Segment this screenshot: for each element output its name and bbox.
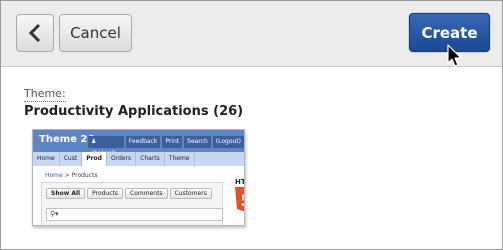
preview-user-item: Print — [162, 136, 183, 148]
toolbar: Cancel Create — [1, 1, 502, 67]
preview-user-item: Search — [184, 136, 211, 148]
preview-nav-item: Charts — [136, 152, 165, 166]
html5-logo-icon: HTML 5 — [233, 177, 245, 217]
preview-nav-item: Cust — [60, 152, 83, 166]
preview-filter-tab: Products — [87, 188, 124, 199]
preview-user-bar: ♟ shakeeb Feedback Print Search (Logout) — [88, 136, 244, 157]
preview-nav-item-active: Prod — [82, 152, 107, 166]
preview-header: Theme 26 ♟ shakeeb Feedback Print Search… — [33, 130, 244, 157]
preview-filter-tabs: Show All Products Comments Customers — [46, 188, 212, 199]
html5-logo-text: HTML — [235, 178, 245, 186]
preview-body: Show All Products Comments Customers ⚲▾ — [41, 182, 223, 225]
back-button[interactable] — [16, 14, 54, 52]
cancel-button-label: Cancel — [70, 24, 121, 42]
preview-nav-item: Theme — [165, 152, 195, 166]
preview-filter-tab: Comments — [125, 188, 168, 199]
preview-user-item: Feedback — [125, 136, 161, 148]
preview-title: Theme 26 — [39, 134, 95, 145]
preview-user-item: (Logout) — [212, 136, 244, 148]
preview-user-item: ♟ shakeeb — [88, 136, 124, 157]
preview-nav-item: Orders — [107, 152, 137, 166]
create-button-label: Create — [421, 23, 478, 42]
chevron-left-icon — [28, 23, 42, 43]
preview-search-box: ⚲▾ — [46, 208, 223, 221]
wizard-window: Cancel Create Theme: Productivity Applic… — [0, 0, 503, 250]
theme-label: Theme: — [24, 87, 66, 102]
preview-nav: Home Cust Prod Orders Charts Theme — [33, 152, 244, 166]
preview-nav-item: Home — [33, 152, 60, 166]
search-icon: ⚲▾ — [50, 210, 59, 218]
user-icon: ♟ — [91, 138, 97, 145]
preview-filter-tab: Customers — [169, 188, 212, 199]
theme-preview-thumbnail[interactable]: Theme 26 ♟ shakeeb Feedback Print Search… — [32, 129, 245, 226]
preview-filter-tab: Show All — [46, 188, 86, 199]
mouse-pointer-icon — [447, 44, 467, 72]
html5-logo-number: 5 — [240, 191, 245, 210]
preview-breadcrumb: Home > Products — [45, 172, 98, 179]
cancel-button[interactable]: Cancel — [59, 14, 132, 52]
theme-name: Productivity Applications (26) — [24, 104, 244, 119]
